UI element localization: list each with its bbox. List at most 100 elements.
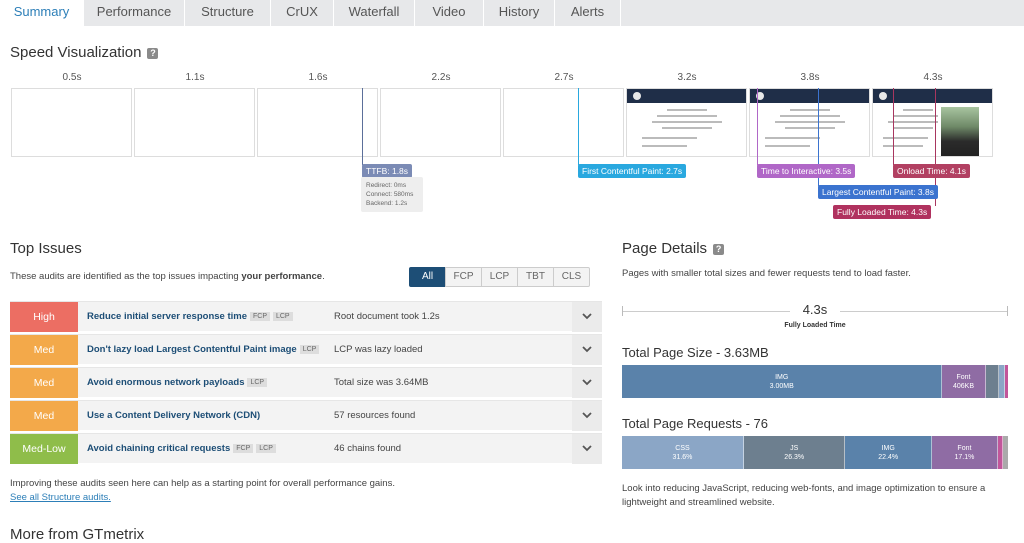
- tab-summary[interactable]: Summary: [0, 0, 84, 26]
- onload-marker: Onload Time: 4.1s: [893, 164, 970, 178]
- segment-value: 17.1%: [954, 454, 975, 461]
- img-segment[interactable]: IMG 22.4%: [845, 436, 932, 469]
- chevron-down-icon[interactable]: [572, 302, 602, 332]
- issue-description: 57 resources found: [334, 410, 416, 421]
- tab-structure[interactable]: Structure: [185, 0, 271, 26]
- structure-audits-link[interactable]: See all Structure audits.: [10, 492, 111, 503]
- filmstrip-frame[interactable]: [11, 88, 132, 157]
- timeline-time: 1.1s: [185, 72, 205, 83]
- font-segment[interactable]: Font 17.1%: [931, 436, 998, 469]
- timeline-time: 3.8s: [800, 72, 820, 83]
- issue-description: LCP was lazy loaded: [334, 344, 423, 355]
- filmstrip-frame-page[interactable]: [749, 88, 870, 157]
- issue-title[interactable]: Use a Content Delivery Network (CDN): [87, 410, 260, 421]
- segment-name: CSS: [675, 445, 690, 452]
- segment-name: IMG: [881, 445, 895, 452]
- segment-name: Font: [957, 445, 972, 452]
- issue-title-text[interactable]: Avoid chaining critical requests: [87, 443, 230, 454]
- segment-value: 26.3%: [784, 454, 805, 461]
- top-issues-title: Top Issues: [10, 240, 82, 257]
- chevron-down-icon[interactable]: [572, 335, 602, 365]
- severity-badge: Med: [10, 368, 78, 398]
- metric-tag: FCP: [233, 443, 254, 453]
- filter-lcp[interactable]: LCP: [481, 267, 518, 287]
- metric-tag: LCP: [299, 344, 320, 354]
- ttfb-line: [362, 88, 363, 165]
- img-segment[interactable]: IMG 3.00MB: [622, 365, 943, 398]
- tti-line: [757, 88, 758, 165]
- other-segment[interactable]: [1002, 436, 1008, 469]
- segment-name: IMG: [775, 374, 789, 381]
- page-details-footer: Look into reducing JavaScript, reducing …: [622, 483, 986, 508]
- help-icon[interactable]: ?: [147, 47, 159, 59]
- tab-performance[interactable]: Performance: [84, 0, 185, 26]
- filter-cls[interactable]: CLS: [553, 267, 590, 287]
- timeline-time: 4.3s: [923, 72, 943, 83]
- issue-title-text[interactable]: Don't lazy load Largest Contentful Paint…: [87, 344, 297, 355]
- top-issues-description: These audits are identified as the top i…: [10, 271, 325, 282]
- tab-waterfall[interactable]: Waterfall: [334, 0, 415, 26]
- ttfb-connect: Connect: 580ms: [366, 191, 414, 198]
- issue-title[interactable]: Avoid chaining critical requests FCP LCP: [87, 443, 276, 454]
- issue-row[interactable]: Med Use a Content Delivery Network (CDN) 5…: [10, 400, 602, 431]
- filter-all[interactable]: All: [409, 267, 446, 287]
- total-page-requests-title: Total Page Requests - 76: [622, 416, 768, 431]
- issue-title[interactable]: Don't lazy load Largest Contentful Paint…: [87, 344, 320, 355]
- issue-title[interactable]: Avoid enormous network payloads LCP: [87, 377, 268, 388]
- page-requests-bar: CSS 31.6% JS 26.3% IMG 22.4% Font 17.1%: [622, 436, 1008, 469]
- filmstrip-frame[interactable]: [503, 88, 624, 157]
- chevron-down-icon[interactable]: [572, 401, 602, 431]
- ttfb-backend: Backend: 1.2s: [366, 200, 408, 207]
- fully-loaded-value: 4.3s: [790, 302, 840, 320]
- fully-loaded-marker: Fully Loaded Time: 4.3s: [833, 205, 932, 219]
- page-size-bar: IMG 3.00MB Font 406KB: [622, 365, 1008, 398]
- total-page-size-title: Total Page Size - 3.63MB: [622, 345, 769, 360]
- help-icon[interactable]: ?: [713, 243, 725, 255]
- issue-row[interactable]: Med-Low Avoid chaining critical requests F…: [10, 433, 602, 464]
- issue-title-text[interactable]: Reduce initial server response time: [87, 311, 247, 322]
- timeline-time: 1.6s: [308, 72, 328, 83]
- page-details-title: Page Details?: [622, 240, 725, 257]
- css-segment[interactable]: CSS 31.6%: [622, 436, 744, 469]
- fully-loaded-gauge: 4.3s Fully Loaded Time: [622, 302, 1008, 332]
- lcp-marker: Largest Contentful Paint: 3.8s: [818, 185, 938, 199]
- tab-crux[interactable]: CrUX: [271, 0, 334, 26]
- tab-video[interactable]: Video: [415, 0, 484, 26]
- metric-tag: LCP: [247, 377, 268, 387]
- segment-value: 406KB: [952, 383, 974, 390]
- filter-fcp[interactable]: FCP: [445, 267, 482, 287]
- font-segment[interactable]: Font 406KB: [942, 365, 986, 398]
- filmstrip-frame[interactable]: [380, 88, 501, 157]
- other-segment[interactable]: [985, 365, 1000, 398]
- segment-value: 22.4%: [878, 454, 899, 461]
- filmstrip-frame-page[interactable]: [872, 88, 993, 157]
- filmstrip-frame-page[interactable]: [626, 88, 747, 157]
- timeline-time: 3.2s: [677, 72, 697, 83]
- tab-alerts[interactable]: Alerts: [555, 0, 621, 26]
- fcp-line: [578, 88, 579, 165]
- filter-tbt[interactable]: TBT: [517, 267, 554, 287]
- filmstrip-frame[interactable]: [134, 88, 255, 157]
- chevron-down-icon[interactable]: [572, 368, 602, 398]
- js-segment[interactable]: JS 26.3%: [743, 436, 846, 469]
- issue-filter-group: All FCP LCP TBT CLS: [409, 267, 590, 287]
- severity-badge: Med-Low: [10, 434, 78, 464]
- issue-title[interactable]: Reduce initial server response time FCP LC…: [87, 311, 293, 322]
- tab-history[interactable]: History: [484, 0, 555, 26]
- timeline-time: 0.5s: [62, 72, 82, 83]
- fully-loaded-label: Fully Loaded Time: [784, 322, 846, 329]
- issue-row[interactable]: High Reduce initial server response time F…: [10, 301, 602, 332]
- issue-title-text[interactable]: Use a Content Delivery Network (CDN): [87, 410, 260, 421]
- filmstrip-frame[interactable]: [257, 88, 378, 157]
- issue-description: Root document took 1.2s: [334, 311, 440, 322]
- issue-row[interactable]: Med Avoid enormous network payloads LCP Tot…: [10, 367, 602, 398]
- timeline-time: 2.7s: [554, 72, 574, 83]
- issue-row[interactable]: Med Don't lazy load Largest Contentful Pa…: [10, 334, 602, 365]
- metric-tag: FCP: [249, 311, 270, 321]
- page-details-description: Pages with smaller total sizes and fewer…: [622, 268, 911, 279]
- onload-line: [893, 88, 894, 165]
- other-segment[interactable]: [1004, 365, 1008, 398]
- tab-bar: Summary Performance Structure CrUX Water…: [0, 0, 1024, 26]
- issue-title-text[interactable]: Avoid enormous network payloads: [87, 377, 244, 388]
- chevron-down-icon[interactable]: [572, 434, 602, 464]
